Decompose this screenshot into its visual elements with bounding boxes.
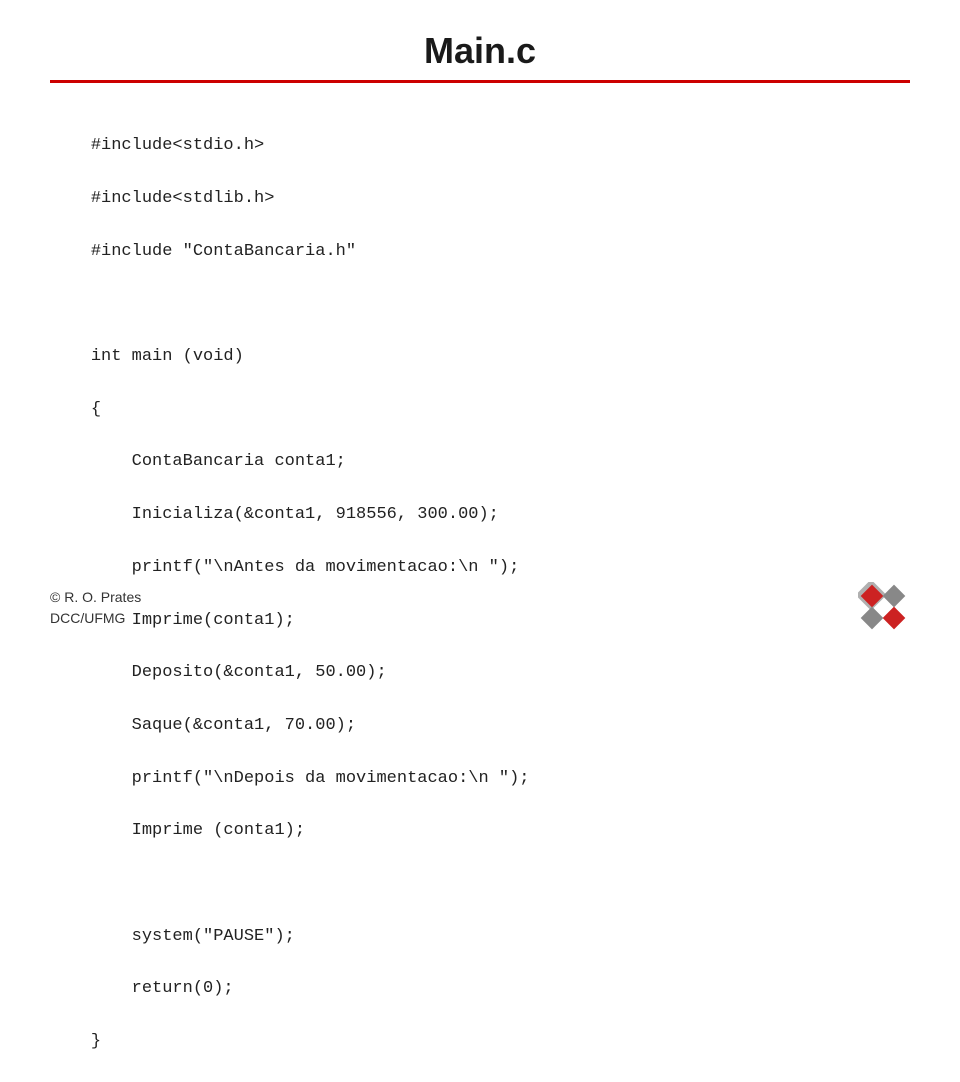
code-line-6: { xyxy=(91,400,101,419)
code-line-16: system("PAUSE"); xyxy=(91,927,295,946)
code-line-9: printf("\nAntes da movimentacao:\n "); xyxy=(91,558,519,577)
dcc-ufmg-logo xyxy=(858,582,910,634)
code-line-18: } xyxy=(91,1032,101,1051)
code-line-13: printf("\nDepois da movimentacao:\n "); xyxy=(91,769,530,788)
code-line-1: #include<stdio.h> xyxy=(91,136,264,155)
code-line-2: #include<stdlib.h> xyxy=(91,189,275,208)
code-line-3: #include "ContaBancaria.h" xyxy=(91,242,356,261)
title-section: Main.c xyxy=(50,30,910,72)
code-line-17: return(0); xyxy=(91,979,234,998)
code-line-14: Imprime (conta1); xyxy=(91,821,305,840)
footer: © R. O. PratesDCC/UFMG xyxy=(50,582,910,634)
code-line-7: ContaBancaria conta1; xyxy=(91,452,346,471)
code-line-11: Deposito(&conta1, 50.00); xyxy=(91,663,387,682)
logo-container xyxy=(858,582,910,634)
page-container: Main.c #include<stdio.h> #include<stdlib… xyxy=(0,0,960,662)
page-title: Main.c xyxy=(50,30,910,72)
code-line-12: Saque(&conta1, 70.00); xyxy=(91,716,356,735)
code-line-5: int main (void) xyxy=(91,347,244,366)
red-divider xyxy=(50,80,910,83)
code-line-8: Inicializa(&conta1, 918556, 300.00); xyxy=(91,505,499,524)
footer-author: © R. O. PratesDCC/UFMG xyxy=(50,587,141,629)
